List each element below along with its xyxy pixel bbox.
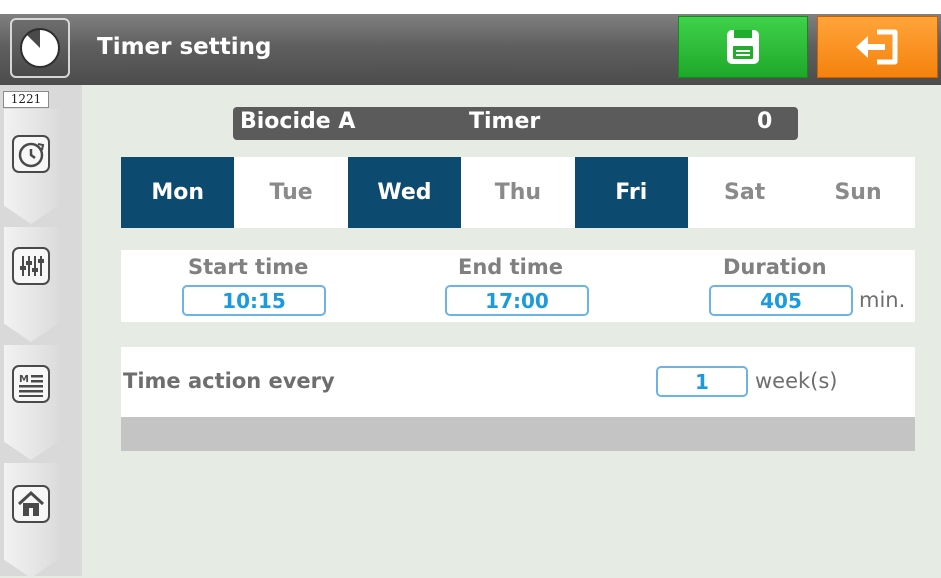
schedule-panel: Start time 10:15 End time 17:00 Duration… bbox=[121, 250, 915, 322]
menu-list-icon: M bbox=[12, 365, 50, 403]
svg-text:M: M bbox=[19, 374, 29, 385]
repeat-label: Time action every bbox=[123, 369, 335, 393]
day-fri-toggle[interactable]: Fri bbox=[574, 157, 688, 228]
save-button[interactable] bbox=[678, 16, 808, 78]
start-time-label: Start time bbox=[188, 255, 309, 279]
timer-header: Biocide A Timer 0 bbox=[233, 107, 798, 140]
repeat-footer bbox=[121, 417, 915, 451]
equalizer-icon bbox=[12, 247, 50, 285]
repeat-unit: week(s) bbox=[755, 369, 838, 393]
end-time-field[interactable]: 17:00 bbox=[445, 285, 589, 316]
exit-button[interactable] bbox=[817, 16, 938, 78]
end-time-label: End time bbox=[458, 255, 563, 279]
timer-label: Timer bbox=[469, 109, 541, 134]
sidebar-item-settings[interactable] bbox=[4, 227, 58, 342]
duration-label: Duration bbox=[723, 255, 827, 279]
exit-icon bbox=[855, 29, 897, 65]
top-strip bbox=[0, 0, 941, 14]
day-sun-toggle[interactable]: Sun bbox=[801, 157, 914, 228]
page-title: Timer setting bbox=[97, 34, 272, 60]
day-sat-toggle[interactable]: Sat bbox=[688, 157, 801, 228]
home-icon bbox=[12, 485, 50, 523]
title-bar: Timer setting bbox=[0, 14, 941, 85]
timer-index: 0 bbox=[757, 109, 773, 134]
sidebar-item-timer[interactable] bbox=[4, 109, 58, 224]
day-tue-toggle[interactable]: Tue bbox=[234, 157, 347, 228]
duration-unit: min. bbox=[859, 288, 906, 312]
start-time-field[interactable]: 10:15 bbox=[182, 285, 326, 316]
repeat-panel: Time action every 1 week(s) bbox=[121, 347, 915, 417]
day-wed-toggle[interactable]: Wed bbox=[347, 157, 462, 228]
save-icon bbox=[727, 30, 759, 64]
timer-icon bbox=[12, 135, 50, 173]
clock-icon[interactable] bbox=[10, 18, 70, 78]
duration-field[interactable]: 405 bbox=[709, 285, 853, 316]
repeat-field[interactable]: 1 bbox=[656, 366, 748, 397]
screen-id: 1221 bbox=[3, 91, 49, 108]
sidebar-item-menu[interactable]: M bbox=[4, 345, 58, 460]
sidebar: 1221 M bbox=[0, 85, 82, 578]
day-mon-toggle[interactable]: Mon bbox=[121, 157, 235, 228]
day-thu-toggle[interactable]: Thu bbox=[461, 157, 574, 228]
sidebar-item-home[interactable] bbox=[4, 463, 58, 578]
day-selector: Mon Tue Wed Thu Fri Sat Sun bbox=[121, 157, 915, 228]
timer-name: Biocide A bbox=[240, 109, 356, 134]
